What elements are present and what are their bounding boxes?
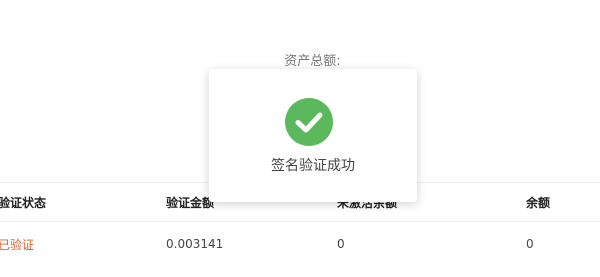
check-circle-icon bbox=[285, 98, 333, 146]
verification-page: 资产总额: 验证状态 验证金额 未激活余额 余额 已验证 0.003141 0 … bbox=[0, 0, 600, 277]
total-assets-label: 资产总额: bbox=[284, 54, 341, 69]
column-header-amount: 验证金额 bbox=[166, 195, 215, 210]
toast-message: 签名验证成功 bbox=[271, 158, 355, 174]
column-header-status: 验证状态 bbox=[0, 195, 47, 210]
verification-amount: 0.003141 bbox=[166, 237, 224, 251]
table-row: 已验证 0.003141 0 0 bbox=[0, 222, 600, 266]
inactive-balance: 0 bbox=[337, 237, 345, 251]
column-header-balance: 余额 bbox=[526, 195, 551, 210]
status-badge: 已验证 bbox=[0, 237, 35, 252]
success-toast: 签名验证成功 bbox=[209, 69, 417, 202]
balance: 0 bbox=[526, 237, 534, 251]
